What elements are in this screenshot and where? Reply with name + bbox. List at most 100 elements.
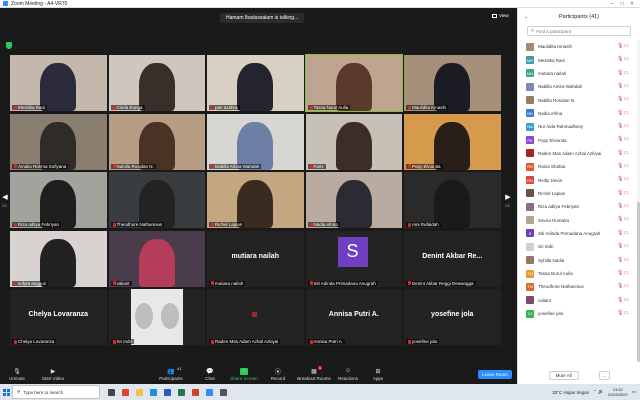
view-button[interactable]: View <box>492 13 509 18</box>
video-tile[interactable]: mutiara nailah mutiara nailah <box>207 230 304 287</box>
microphone-muted-icon: 🎙 <box>617 216 624 223</box>
chevron-down-icon[interactable]: ⌄ <box>524 14 528 20</box>
tile-name-label: Sri Indri <box>110 339 135 344</box>
share-screen-button[interactable]: ↑ Share Screen <box>229 364 259 384</box>
close-button[interactable]: × <box>627 1 637 7</box>
talking-indicator: Hamam Ibadussalam is talking... <box>220 13 305 23</box>
notification-icon[interactable]: ▭ <box>632 389 636 395</box>
video-tile[interactable]: Cinda Eunga <box>108 55 205 111</box>
participant-row[interactable]: Savira Humaira 🎙 ▭ <box>518 213 636 226</box>
start-video-button[interactable]: ▶ Start Video <box>38 364 68 384</box>
participant-search[interactable]: ⚲ <box>527 26 631 36</box>
prev-page-button[interactable]: ◀ <box>2 194 8 202</box>
chrome-icon[interactable] <box>118 385 132 399</box>
participant-row[interactable]: TN Tassa Nurul Aulia 🎙 ▭ <box>518 267 636 280</box>
video-tile[interactable]: Riza aditya Febriyan <box>10 172 107 228</box>
video-tile[interactable]: Nabilla Amira Wahdah <box>207 113 304 170</box>
video-tile[interactable]: Denint Akbar Re... Denint Akbar Reggi Dew… <box>404 230 501 287</box>
more-options-button[interactable]: ... <box>598 370 611 380</box>
video-tile[interactable]: Mesitika Rani <box>10 55 107 111</box>
tile-name: Raden Mas Adam Azhal Azkiyai <box>215 339 279 344</box>
video-tile[interactable]: Faris <box>305 113 402 170</box>
video-tile[interactable]: sofyta anggun <box>10 230 107 287</box>
mute-all-button[interactable]: Mute All <box>548 370 579 380</box>
video-tile[interactable]: Popy Elvionita <box>404 113 501 170</box>
participant-row[interactable]: Raden Mas Adam Azhal Azkiyai 🎙 ▭ <box>518 147 636 160</box>
video-tile[interactable]: Aini Rufaidah <box>404 172 501 228</box>
store-icon[interactable] <box>216 385 230 399</box>
video-tile[interactable]: Sri Indri <box>108 289 205 345</box>
participant-row[interactable]: Riza aditya Febriyan 🎙 ▭ <box>518 200 636 213</box>
apps-icon: ⊞ <box>375 368 381 375</box>
participant-row[interactable]: valiant 🎙 ▭ <box>518 294 636 307</box>
video-tile[interactable]: Nabilla Rosidan N. <box>108 113 205 170</box>
video-tile[interactable]: Amalia Rahma Sofiyana <box>10 113 107 170</box>
start-button[interactable] <box>0 384 12 400</box>
participant-row[interactable]: Nabilla Rosidan N. 🎙 ▭ <box>518 93 636 106</box>
participant-row[interactable]: Sri Indri 🎙 ▭ <box>518 240 636 253</box>
video-tile[interactable]: Richel Lapian <box>207 172 304 228</box>
chat-button[interactable]: 💬 Chat <box>200 364 220 384</box>
minimize-button[interactable]: – <box>607 1 617 7</box>
video-tile[interactable]: pan azahra <box>207 55 304 111</box>
video-tile[interactable]: Raden Mas Adam Azhal Azkiyai <box>207 289 304 345</box>
tray-icons[interactable]: ⌃ 🔊 <box>593 389 604 395</box>
unmute-button[interactable]: 🎙 Unmute <box>6 364 28 384</box>
participant-row[interactable]: NE Nadia efrina 🎙 ▭ <box>518 107 636 120</box>
powerpoint-icon[interactable] <box>188 385 202 399</box>
excel-icon[interactable] <box>174 385 188 399</box>
video-tile[interactable]: Annisa Putri A. Annisa Putri A. <box>305 289 402 345</box>
panel-title: Participants (41) <box>558 14 600 20</box>
microphone-muted-icon: 🎙 <box>617 309 624 316</box>
participant-video <box>138 121 175 170</box>
video-tile[interactable]: yosefine jola yosefine jola <box>404 289 501 345</box>
participant-row[interactable]: Syhilla Nadia 🎙 ▭ <box>518 254 636 267</box>
edge-icon[interactable] <box>146 385 160 399</box>
weather-info[interactable]: 33°C Hujan ringan <box>552 390 589 395</box>
participant-row[interactable]: Richel Lapian 🎙 ▭ <box>518 187 636 200</box>
participant-row[interactable]: S Siti Adinda Primadana Anugrah 🎙 ▭ <box>518 227 636 240</box>
tile-name-label: Riza aditya Febriyan <box>12 222 62 227</box>
reactions-button[interactable]: ☺ Reactions <box>336 364 360 384</box>
security-shield-icon[interactable] <box>6 42 12 49</box>
video-tile[interactable]: S Siti Adinda Primadana Anugrah <box>305 230 402 287</box>
apps-button[interactable]: ⊞ Apps <box>368 364 388 384</box>
camera-off-icon: ▭ <box>624 203 629 210</box>
participant-row[interactable]: Maulidita Kinasih 🎙 ▭ <box>518 40 636 53</box>
participant-search-input[interactable] <box>536 28 627 34</box>
video-tile[interactable]: valiant <box>108 230 205 287</box>
tile-name: Richel Lapian <box>215 222 243 227</box>
camera-off-icon: ▶ <box>50 368 56 375</box>
file-explorer-icon[interactable] <box>132 385 146 399</box>
participant-row[interactable]: Nabilla Amira Wahdah 🎙 ▭ <box>518 80 636 93</box>
participant-row[interactable]: MN mutiara nailah 🎙 ▭ <box>518 67 636 80</box>
participant-row[interactable]: TN Theodhore Nathannius 🎙 ▭ <box>518 280 636 293</box>
clock[interactable]: 13:32 21/03/2022 <box>608 387 628 397</box>
maximize-button[interactable]: □ <box>617 1 627 7</box>
avatar: RD <box>526 176 534 185</box>
participant-row[interactable]: MR Mesitika Rani 🎙 ▭ <box>518 53 636 66</box>
participant-row[interactable]: NA Nur Aida Rahmadhany 🎙 ▭ <box>518 120 636 133</box>
zoom-icon[interactable] <box>202 385 216 399</box>
video-tile[interactable]: Chelya Lovaranza Chelya Lovaranza <box>10 289 107 345</box>
microphone-muted-icon <box>408 105 411 110</box>
video-tile[interactable]: Nadia efrina <box>305 172 402 228</box>
taskbar-search[interactable]: ⚲ Type here to search <box>12 385 100 399</box>
word-icon[interactable] <box>160 385 174 399</box>
video-grid: Mesitika Rani Cinda Eunga pan azahra Tassa … <box>10 54 501 349</box>
video-tile[interactable]: Maulidita Kinasih <box>404 55 501 111</box>
video-tile[interactable]: Theodhore Nathannius <box>108 172 205 228</box>
leave-room-button[interactable]: Leave Room <box>478 370 512 379</box>
microphone-muted-icon <box>112 164 116 168</box>
video-tile[interactable]: Tassa Nurul Aulia <box>304 54 403 112</box>
breakout-rooms-button[interactable]: ▦ Breakout Rooms <box>296 364 332 384</box>
next-page-button[interactable]: ▶ <box>505 194 511 202</box>
task-view-icon[interactable] <box>104 385 118 399</box>
participant-row[interactable]: YJ yosefine jola 🎙 ▭ <box>518 307 636 320</box>
microphone-muted-icon <box>309 164 313 168</box>
record-button[interactable]: ⦿ Record <box>268 364 288 384</box>
participant-list: Maulidita Kinasih 🎙 ▭ MR Mesitika Rani 🎙 ▭ MN mu… <box>518 40 636 361</box>
participant-row[interactable]: RD Reilty Devia 🎙 ▭ <box>518 173 636 186</box>
participant-row[interactable]: PE Popy Elvionita 🎙 ▭ <box>518 133 636 146</box>
participant-row[interactable]: RS Rania Shafaa 🎙 ▭ <box>518 160 636 173</box>
